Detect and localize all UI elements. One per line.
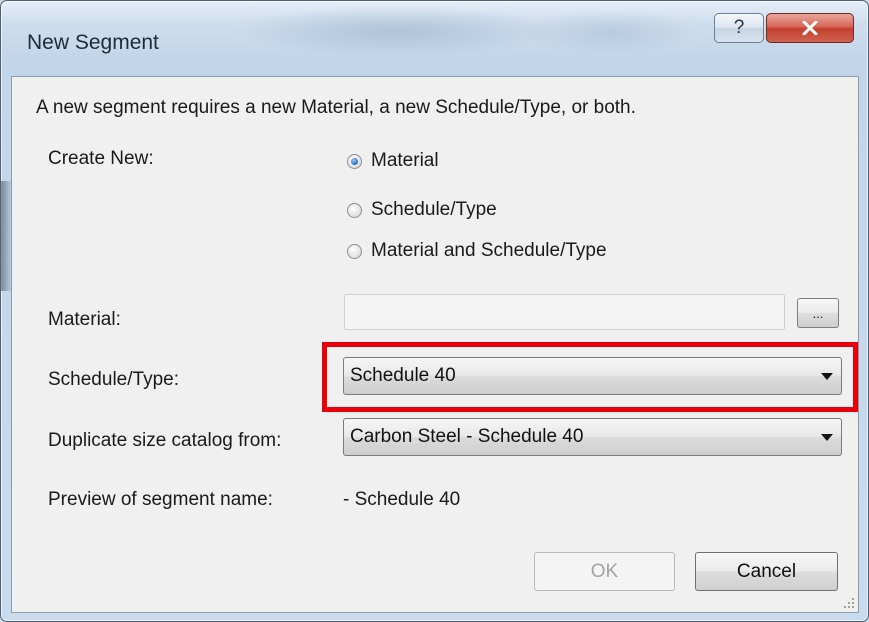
dialog-window-frame: New Segment ? A new segment requires a n…	[0, 0, 869, 622]
radio-button[interactable]	[347, 202, 362, 218]
dialog-body: A new segment requires a new Material, a…	[11, 76, 859, 613]
duplicate-catalog-dropdown[interactable]: Carbon Steel - Schedule 40	[343, 418, 842, 456]
radio-button[interactable]	[347, 153, 362, 169]
schedule-type-dropdown[interactable]: Schedule 40	[343, 357, 842, 395]
titlebar-glass-blur	[521, 9, 701, 55]
ellipsis-icon: ...	[812, 305, 824, 321]
ok-button-label: OK	[590, 560, 619, 582]
chevron-down-icon	[821, 373, 833, 380]
schedule-type-value: Schedule 40	[350, 365, 456, 386]
close-icon	[802, 21, 818, 35]
browse-material-button[interactable]: ...	[797, 298, 839, 328]
preview-value: - Schedule 40	[343, 489, 461, 510]
duplicate-catalog-label: Duplicate size catalog from:	[48, 430, 282, 451]
help-button[interactable]: ?	[714, 13, 764, 43]
schedule-type-label: Schedule/Type:	[48, 369, 179, 390]
radio-material[interactable]: Material	[347, 150, 439, 172]
ok-button[interactable]: OK	[534, 552, 675, 591]
resize-grip-icon[interactable]	[843, 597, 855, 609]
radio-button[interactable]	[347, 243, 362, 259]
window-title: New Segment	[27, 31, 159, 54]
preview-label: Preview of segment name:	[48, 489, 273, 510]
close-button[interactable]	[766, 13, 854, 43]
titlebar-glass-blur	[231, 5, 561, 57]
radio-schedule-type[interactable]: Schedule/Type	[347, 199, 497, 221]
cancel-button[interactable]: Cancel	[695, 552, 838, 591]
chevron-down-icon	[821, 434, 833, 441]
instructions-text: A new segment requires a new Material, a…	[36, 97, 636, 118]
material-input[interactable]	[344, 294, 785, 330]
help-icon: ?	[733, 17, 745, 38]
radio-material-label: Material	[371, 150, 439, 171]
radio-schedule-type-label: Schedule/Type	[371, 199, 497, 220]
duplicate-catalog-value: Carbon Steel - Schedule 40	[350, 426, 584, 447]
create-new-label: Create New:	[48, 148, 154, 169]
radio-material-and-schedule[interactable]: Material and Schedule/Type	[347, 240, 607, 262]
cancel-button-label: Cancel	[736, 560, 797, 582]
radio-selected-dot	[351, 157, 358, 165]
material-label: Material:	[48, 309, 121, 330]
radio-material-and-schedule-label: Material and Schedule/Type	[371, 240, 607, 261]
